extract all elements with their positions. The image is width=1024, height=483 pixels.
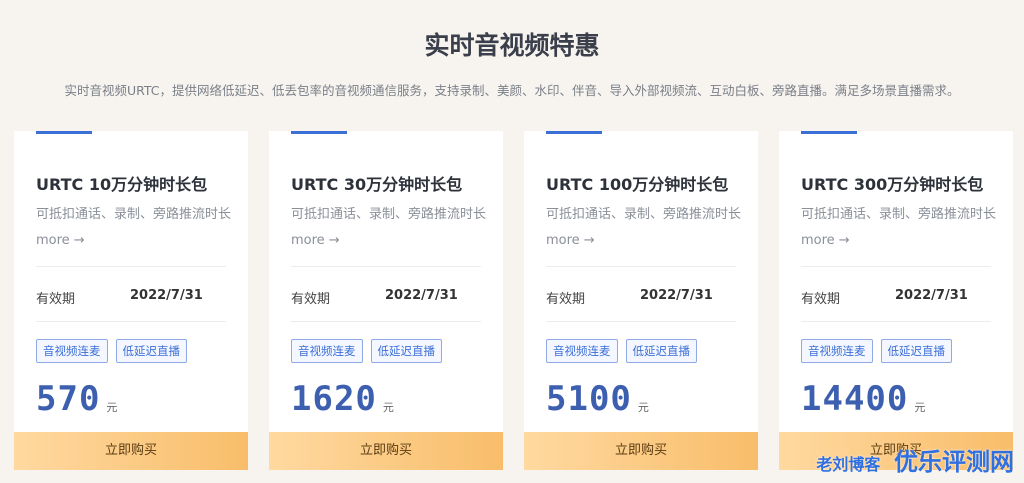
card-description: 可抵扣通话、录制、旁路推流时长 more →: [546, 202, 746, 254]
tag-low-latency-live: 低延迟直播: [115, 339, 187, 363]
price-value: 1620: [291, 379, 377, 419]
card-description: 可抵扣通话、录制、旁路推流时长 more →: [801, 202, 1001, 254]
more-link[interactable]: more →: [546, 233, 595, 248]
price: 14400 元: [801, 379, 925, 419]
buy-now-button[interactable]: 立即购买: [524, 432, 758, 470]
divider: [291, 266, 481, 267]
tag-low-latency-live: 低延迟直播: [370, 339, 442, 363]
price-unit: 元: [382, 401, 394, 414]
package-card: URTC 10万分钟时长包 可抵扣通话、录制、旁路推流时长 more → 有效期…: [14, 131, 248, 470]
divider: [36, 266, 226, 267]
price-value: 14400: [801, 379, 909, 419]
validity-label: 有效期: [546, 292, 586, 307]
price: 5100 元: [546, 379, 649, 419]
watermark-site-text: 优乐评测网: [894, 448, 1014, 476]
watermark-blog-text: 老刘博客: [816, 455, 881, 474]
card-title: URTC 100万分钟时长包: [546, 175, 729, 194]
card-description-text: 可抵扣通话、录制、旁路推流时长: [546, 207, 742, 222]
tag-list: 音视频连麦 低延迟直播: [291, 339, 442, 363]
divider: [546, 266, 736, 267]
price-value: 5100: [546, 379, 632, 419]
price: 1620 元: [291, 379, 394, 419]
card-accent-bar: [291, 131, 347, 134]
validity-label: 有效期: [801, 292, 841, 307]
more-link[interactable]: more →: [801, 233, 850, 248]
card-title: URTC 300万分钟时长包: [801, 175, 984, 194]
tag-av-mic: 音视频连麦: [291, 339, 363, 363]
card-accent-bar: [546, 131, 602, 134]
more-link[interactable]: more →: [36, 233, 85, 248]
watermark: 老刘博客 优乐评测网: [816, 442, 1014, 477]
price-unit: 元: [914, 401, 926, 414]
tag-list: 音视频连麦 低延迟直播: [36, 339, 187, 363]
package-card: URTC 100万分钟时长包 可抵扣通话、录制、旁路推流时长 more → 有效…: [524, 131, 758, 470]
buy-now-button[interactable]: 立即购买: [14, 432, 248, 470]
tag-av-mic: 音视频连麦: [546, 339, 618, 363]
tag-av-mic: 音视频连麦: [801, 339, 873, 363]
section-description: 实时音视频URTC，提供网络低延迟、低丢包率的音视频通信服务，支持录制、美颜、水…: [64, 83, 960, 98]
card-description-text: 可抵扣通话、录制、旁路推流时长: [801, 207, 997, 222]
price: 570 元: [36, 379, 117, 419]
card-description-text: 可抵扣通话、录制、旁路推流时长: [291, 207, 487, 222]
validity-label: 有效期: [291, 292, 331, 307]
validity-date: 2022/7/31: [130, 288, 203, 303]
validity-date: 2022/7/31: [385, 288, 458, 303]
price-value: 570: [36, 379, 101, 419]
validity-date: 2022/7/31: [640, 288, 713, 303]
card-description: 可抵扣通话、录制、旁路推流时长 more →: [291, 202, 491, 254]
card-description: 可抵扣通话、录制、旁路推流时长 more →: [36, 202, 236, 254]
card-accent-bar: [801, 131, 857, 134]
package-card: URTC 30万分钟时长包 可抵扣通话、录制、旁路推流时长 more → 有效期…: [269, 131, 503, 470]
section-title: 实时音视频特惠: [424, 31, 600, 60]
price-unit: 元: [637, 401, 649, 414]
validity-label: 有效期: [36, 292, 76, 307]
package-card: URTC 300万分钟时长包 可抵扣通话、录制、旁路推流时长 more → 有效…: [779, 131, 1013, 470]
card-title: URTC 30万分钟时长包: [291, 175, 463, 194]
tag-low-latency-live: 低延迟直播: [625, 339, 697, 363]
card-description-text: 可抵扣通话、录制、旁路推流时长: [36, 207, 232, 222]
divider: [801, 321, 991, 322]
validity-date: 2022/7/31: [895, 288, 968, 303]
buy-now-button[interactable]: 立即购买: [269, 432, 503, 470]
card-accent-bar: [36, 131, 92, 134]
divider: [801, 266, 991, 267]
card-title: URTC 10万分钟时长包: [36, 175, 208, 194]
divider: [36, 321, 226, 322]
divider: [546, 321, 736, 322]
price-unit: 元: [106, 401, 118, 414]
tag-low-latency-live: 低延迟直播: [880, 339, 952, 363]
tag-list: 音视频连麦 低延迟直播: [801, 339, 952, 363]
tag-av-mic: 音视频连麦: [36, 339, 108, 363]
more-link[interactable]: more →: [291, 233, 340, 248]
tag-list: 音视频连麦 低延迟直播: [546, 339, 697, 363]
divider: [291, 321, 481, 322]
